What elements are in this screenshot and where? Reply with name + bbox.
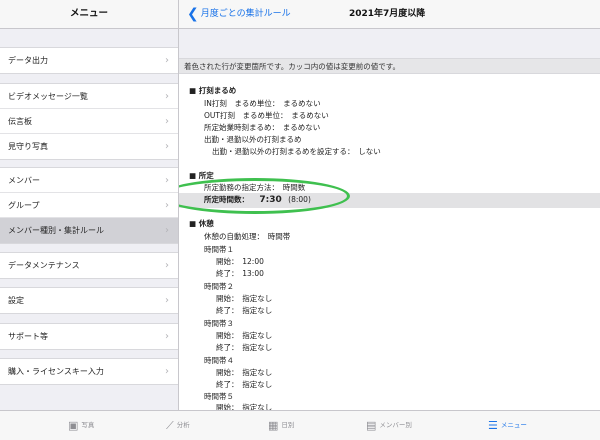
section-breaks-title: ■ 休憩 — [189, 219, 214, 228]
tab-analysis[interactable]: ⟋ 分析 — [166, 411, 190, 440]
menu-icon: ☰ — [488, 419, 498, 432]
sidebar-title: メニュー — [0, 0, 178, 29]
break-slot-3: 時間帯３ — [204, 319, 234, 328]
break-slot-4-end: 終了： 指定なし — [216, 380, 273, 389]
sidebar-group-7: 購入・ライセンスキー入力 › — [0, 358, 178, 385]
main-header: ❮ 月度ごとの集計ルール 2021年7月度以降 — [179, 0, 600, 29]
sidebar-group-1: データ出力 › — [0, 47, 178, 74]
sidebar-group-3: メンバー › グループ › メンバー種別・集計ルール › — [0, 167, 178, 244]
tab-photo[interactable]: ▣ 写真 — [68, 411, 94, 440]
sidebar-item-label: 伝言板 — [8, 117, 32, 126]
sidebar-item-label: グループ — [8, 201, 40, 210]
break-slot-1: 時間帯１ — [204, 245, 234, 254]
back-button-label: 月度ごとの集計ルール — [200, 9, 291, 19]
sidebar-item-label: サポート等 — [8, 332, 48, 341]
sidebar-item-label: 設定 — [8, 296, 24, 305]
sidebar-item-message-board[interactable]: 伝言板 › — [0, 109, 178, 134]
break-slot-1-start: 開始： 12:00 — [216, 257, 264, 266]
section-title-text: 所定 — [198, 171, 214, 180]
sidebar-item-data-maintenance[interactable]: データメンテナンス › — [0, 253, 178, 278]
sidebar-group-5: 設定 › — [0, 287, 178, 314]
page-title: 2021年7月度以降 — [349, 9, 426, 19]
rounding-other-title: 出勤・退勤以外の打刻まるめ — [204, 135, 302, 144]
sidebar: メニュー データ出力 › ビデオメッセージ一覧 › 伝言板 › 見守り写真 › … — [0, 0, 179, 410]
highlight-circle — [179, 178, 350, 214]
sidebar-item-member-types[interactable]: メンバー種別・集計ルール › — [0, 218, 178, 243]
sidebar-item-watch-photos[interactable]: 見守り写真 › — [0, 134, 178, 159]
main-panel: ❮ 月度ごとの集計ルール 2021年7月度以降 着色された行が変更箇所です。カッコ… — [179, 0, 600, 410]
chevron-right-icon: › — [165, 331, 169, 342]
rounding-in: IN打刻 まるめ単位： まるめない — [204, 99, 321, 108]
break-slot-4: 時間帯４ — [204, 356, 234, 365]
sidebar-item-purchase[interactable]: 購入・ライセンスキー入力 › — [0, 359, 178, 384]
chevron-right-icon: › — [165, 200, 169, 211]
break-slot-1-end: 終了： 13:00 — [216, 269, 264, 278]
chevron-right-icon: › — [165, 116, 169, 127]
tab-label: 写真 — [81, 421, 95, 429]
break-slot-5-start: 開始： 指定なし — [216, 403, 273, 410]
tab-menu[interactable]: ☰ メニュー — [488, 411, 527, 440]
chevron-right-icon: › — [165, 225, 169, 236]
sidebar-item-groups[interactable]: グループ › — [0, 193, 178, 218]
sidebar-item-video-messages[interactable]: ビデオメッセージ一覧 › — [0, 84, 178, 109]
tab-label: メニュー — [500, 421, 527, 429]
change-notice: 着色された行が変更箇所です。カッコ内の値は変更前の値です。 — [179, 58, 600, 74]
sidebar-item-data-export[interactable]: データ出力 › — [0, 48, 178, 73]
sidebar-item-label: メンバー種別・集計ルール — [8, 226, 104, 235]
calendar-icon: ▦ — [268, 419, 279, 432]
sidebar-item-label: メンバー — [8, 176, 40, 185]
sidebar-item-label: ビデオメッセージ一覧 — [8, 92, 88, 101]
sidebar-item-support[interactable]: サポート等 › — [0, 324, 178, 349]
header-spacer — [179, 29, 600, 58]
sidebar-item-label: データ出力 — [8, 56, 48, 65]
chart-icon: ⟋ — [166, 419, 174, 432]
tab-daily[interactable]: ▦ 日別 — [268, 411, 294, 440]
tab-label: 分析 — [176, 421, 190, 429]
sidebar-group-6: サポート等 › — [0, 323, 178, 350]
section-title-text: 打刻まるめ — [198, 86, 237, 95]
rounding-other: 出勤・退勤以外の打刻まるめを設定する： しない — [212, 147, 381, 156]
tab-member[interactable]: ▤ メンバー別 — [366, 411, 412, 440]
photo-icon: ▣ — [68, 419, 79, 432]
chevron-right-icon: › — [165, 55, 169, 66]
chevron-right-icon: › — [165, 295, 169, 306]
tab-label: メンバー別 — [379, 421, 412, 429]
break-slot-2-start: 開始： 指定なし — [216, 294, 273, 303]
section-rounding-title: ■ 打刻まるめ — [189, 86, 237, 95]
sidebar-group-2: ビデオメッセージ一覧 › 伝言板 › 見守り写真 › — [0, 83, 178, 160]
sidebar-item-label: 購入・ライセンスキー入力 — [8, 367, 104, 376]
tab-label: 日別 — [281, 421, 295, 429]
break-slot-3-start: 開始： 指定なし — [216, 331, 273, 340]
sidebar-item-label: データメンテナンス — [8, 261, 80, 270]
break-slot-2-end: 終了： 指定なし — [216, 306, 273, 315]
sidebar-group-4: データメンテナンス › — [0, 252, 178, 279]
back-button[interactable]: ❮ 月度ごとの集計ルール — [187, 0, 291, 28]
chevron-left-icon: ❮ — [187, 6, 199, 22]
sidebar-item-settings[interactable]: 設定 › — [0, 288, 178, 313]
chevron-right-icon: › — [165, 260, 169, 271]
breaks-auto: 休憩の自動処理： 時間帯 — [204, 232, 291, 241]
tab-bar: ▣ 写真 ⟋ 分析 ▦ 日別 ▤ メンバー別 ☰ メニュー — [0, 410, 600, 440]
section-title-text: 休憩 — [198, 219, 214, 228]
rounding-out: OUT打刻 まるめ単位： まるめない — [204, 111, 329, 120]
chevron-right-icon: › — [165, 175, 169, 186]
break-slot-4-start: 開始： 指定なし — [216, 368, 273, 377]
chevron-right-icon: › — [165, 141, 169, 152]
member-card-icon: ▤ — [366, 419, 377, 432]
break-slot-2: 時間帯２ — [204, 282, 234, 291]
sidebar-item-members[interactable]: メンバー › — [0, 168, 178, 193]
break-slot-3-end: 終了： 指定なし — [216, 343, 273, 352]
chevron-right-icon: › — [165, 366, 169, 377]
chevron-right-icon: › — [165, 91, 169, 102]
rounding-start: 所定始業時刻まるめ： まるめない — [204, 123, 321, 132]
sidebar-item-label: 見守り写真 — [8, 142, 48, 151]
